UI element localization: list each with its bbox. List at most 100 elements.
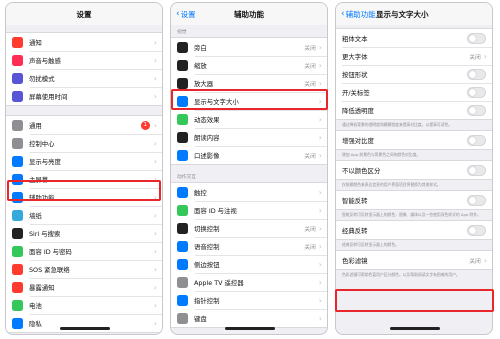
- row-label: 更大字体: [342, 52, 368, 61]
- speech-icon: [177, 131, 188, 143]
- accessibility-icon: [12, 191, 23, 203]
- back-button[interactable]: ‹ 辅助功能: [341, 9, 376, 20]
- face-id-icon: [177, 204, 188, 216]
- settings-group: 增强对比度: [336, 130, 492, 150]
- pointer-icon: [177, 294, 188, 306]
- toggle-row[interactable]: 经典反转: [336, 221, 492, 239]
- settings-row[interactable]: 触控 ›: [171, 183, 327, 201]
- stage: 设置 通知 › 声音与触感 › 勿扰模式 › 屏幕使用时间 › 通用 1 › 控制中心 › 显示与亮度 ›…: [0, 0, 500, 339]
- settings-row[interactable]: Apple TV 遥控器 ›: [171, 273, 327, 291]
- settings-row[interactable]: 缩放 关闭 ›: [171, 56, 327, 74]
- settings-row[interactable]: 通知 ›: [6, 33, 162, 51]
- settings-row[interactable]: 辅助功能 ›: [6, 188, 162, 206]
- toggle-row[interactable]: 智能反转: [336, 191, 492, 209]
- footnote-text: 智能反转可反转显示器上的颜色，图像、媒体以及一些使用深色样式的 App 除外。: [342, 212, 481, 217]
- row-label: 控制中心: [29, 139, 55, 148]
- chevron-right-icon: ›: [153, 37, 157, 47]
- row-label: 粗体文本: [342, 34, 368, 43]
- row-label: 键盘: [194, 314, 207, 323]
- settings-row[interactable]: 旁白 关闭 ›: [171, 38, 327, 56]
- toggle-switch[interactable]: [467, 134, 486, 146]
- toggle-switch[interactable]: [467, 194, 486, 206]
- settings-row[interactable]: 放大器 关闭 ›: [171, 74, 327, 92]
- row-label: 指针控制: [194, 296, 220, 305]
- settings-row[interactable]: 勿扰模式 ›: [6, 69, 162, 87]
- toggle-row[interactable]: 降低透明度: [336, 101, 492, 119]
- row-label: 朗读内容: [194, 133, 220, 142]
- keyboard-icon: [177, 312, 188, 324]
- chevron-right-icon: ›: [318, 223, 322, 233]
- settings-row[interactable]: Siri 与搜索 ›: [6, 224, 162, 242]
- settings-row[interactable]: 朗读内容 ›: [171, 128, 327, 146]
- toggle-row[interactable]: 不以颜色区分: [336, 161, 492, 179]
- toggle-row[interactable]: 按钮形状: [336, 65, 492, 83]
- chevron-right-icon: ›: [318, 132, 322, 142]
- magnifier-icon: [177, 77, 188, 89]
- settings-row[interactable]: 侧边按钮 ›: [171, 255, 327, 273]
- chevron-right-icon: ›: [153, 156, 157, 166]
- settings-row[interactable]: 面容 ID 与密码 ›: [6, 242, 162, 260]
- settings-row[interactable]: 控制中心 ›: [6, 134, 162, 152]
- settings-row[interactable]: 电池 ›: [6, 296, 162, 314]
- settings-row[interactable]: 指针控制 ›: [171, 291, 327, 309]
- gear-icon: [12, 119, 23, 131]
- siri-icon: [12, 227, 23, 239]
- toggle-switch[interactable]: [467, 224, 486, 236]
- face-id-icon: [12, 245, 23, 257]
- row-label: 色彩滤镜: [342, 256, 368, 265]
- row-label: 增强对比度: [342, 136, 374, 145]
- settings-row[interactable]: 声音与触感 ›: [6, 51, 162, 69]
- chevron-right-icon: ›: [153, 228, 157, 238]
- page-title: 辅助功能: [234, 10, 264, 19]
- row-label: 声音与触感: [29, 56, 61, 65]
- row-label: 按钮形状: [342, 70, 368, 79]
- toggle-switch[interactable]: [467, 164, 486, 176]
- notification-badge: 1: [140, 120, 150, 130]
- link-row[interactable]: 更大字体 关闭 ›: [336, 47, 492, 65]
- row-label: 主屏幕: [29, 175, 49, 184]
- row-label: 切换控制: [194, 224, 220, 233]
- physical-group: 触控 › 面容 ID 与注视 › 切换控制 关闭 › 语音控制 关闭 › 侧边按钮 › Apple TV…: [171, 182, 327, 328]
- settings-row[interactable]: 语音控制 关闭 ›: [171, 237, 327, 255]
- toggle-row[interactable]: 增强对比度: [336, 131, 492, 149]
- settings-row[interactable]: 键盘 ›: [171, 309, 327, 327]
- settings-row[interactable]: 口述影像 关闭 ›: [171, 146, 327, 164]
- toggle-switch[interactable]: [467, 104, 486, 116]
- toggle-switch[interactable]: [467, 32, 486, 44]
- settings-row[interactable]: 通用 1 ›: [6, 116, 162, 134]
- row-label: 降低透明度: [342, 106, 374, 115]
- settings-row[interactable]: 暴露通知 ›: [6, 278, 162, 296]
- row-label: 缩放: [194, 61, 207, 70]
- settings-row[interactable]: SOS 紧急联络 ›: [6, 260, 162, 278]
- settings-group: 经典反转: [336, 220, 492, 240]
- chevron-right-icon: ›: [318, 42, 322, 52]
- row-label: 旁白: [194, 43, 207, 52]
- toggle-switch[interactable]: [467, 68, 486, 80]
- settings-row[interactable]: 切换控制 关闭 ›: [171, 219, 327, 237]
- chevron-right-icon: ›: [153, 318, 157, 328]
- settings-row[interactable]: 屏幕使用时间 ›: [6, 87, 162, 105]
- settings-group-main: 通用 1 › 控制中心 › 显示与亮度 › 主屏幕 › 辅助功能 › 墙纸 › Siri 与搜索 › 面容 I…: [6, 115, 162, 333]
- row-label: 通知: [29, 38, 42, 47]
- settings-row[interactable]: 显示与亮度 ›: [6, 152, 162, 170]
- row-label: SOS 紧急联络: [29, 265, 70, 274]
- section-header-vision: 视觉: [177, 30, 187, 35]
- accessibility-navbar: ‹ 设置 辅助功能: [171, 3, 327, 25]
- settings-row[interactable]: 面容 ID 与注视 ›: [171, 201, 327, 219]
- display-text-navbar: ‹ 辅助功能 显示与文字大小: [336, 3, 492, 25]
- audio-description-icon: [177, 149, 188, 161]
- home-indicator: [60, 327, 110, 330]
- footnote-text: 增加 App 前景色与背景色之间的颜色对比度。: [342, 152, 421, 157]
- toggle-switch[interactable]: [467, 86, 486, 98]
- settings-row[interactable]: 显示与文字大小 ›: [171, 92, 327, 110]
- row-label: 动态效果: [194, 115, 220, 124]
- toggle-row[interactable]: 开/关标签: [336, 83, 492, 101]
- settings-row[interactable]: 墙纸 ›: [6, 206, 162, 224]
- link-row[interactable]: 色彩滤镜 关闭 ›: [336, 251, 492, 269]
- footnote-text: 色彩滤镜可帮助色盲用户区分颜色，以及帮助阅读文字有困难的用户。: [342, 272, 460, 277]
- toggle-row[interactable]: 粗体文本: [336, 29, 492, 47]
- settings-row[interactable]: 主屏幕 ›: [6, 170, 162, 188]
- row-label: 显示与文字大小: [194, 97, 239, 106]
- chevron-right-icon: ›: [318, 150, 322, 160]
- settings-row[interactable]: 动态效果 ›: [171, 110, 327, 128]
